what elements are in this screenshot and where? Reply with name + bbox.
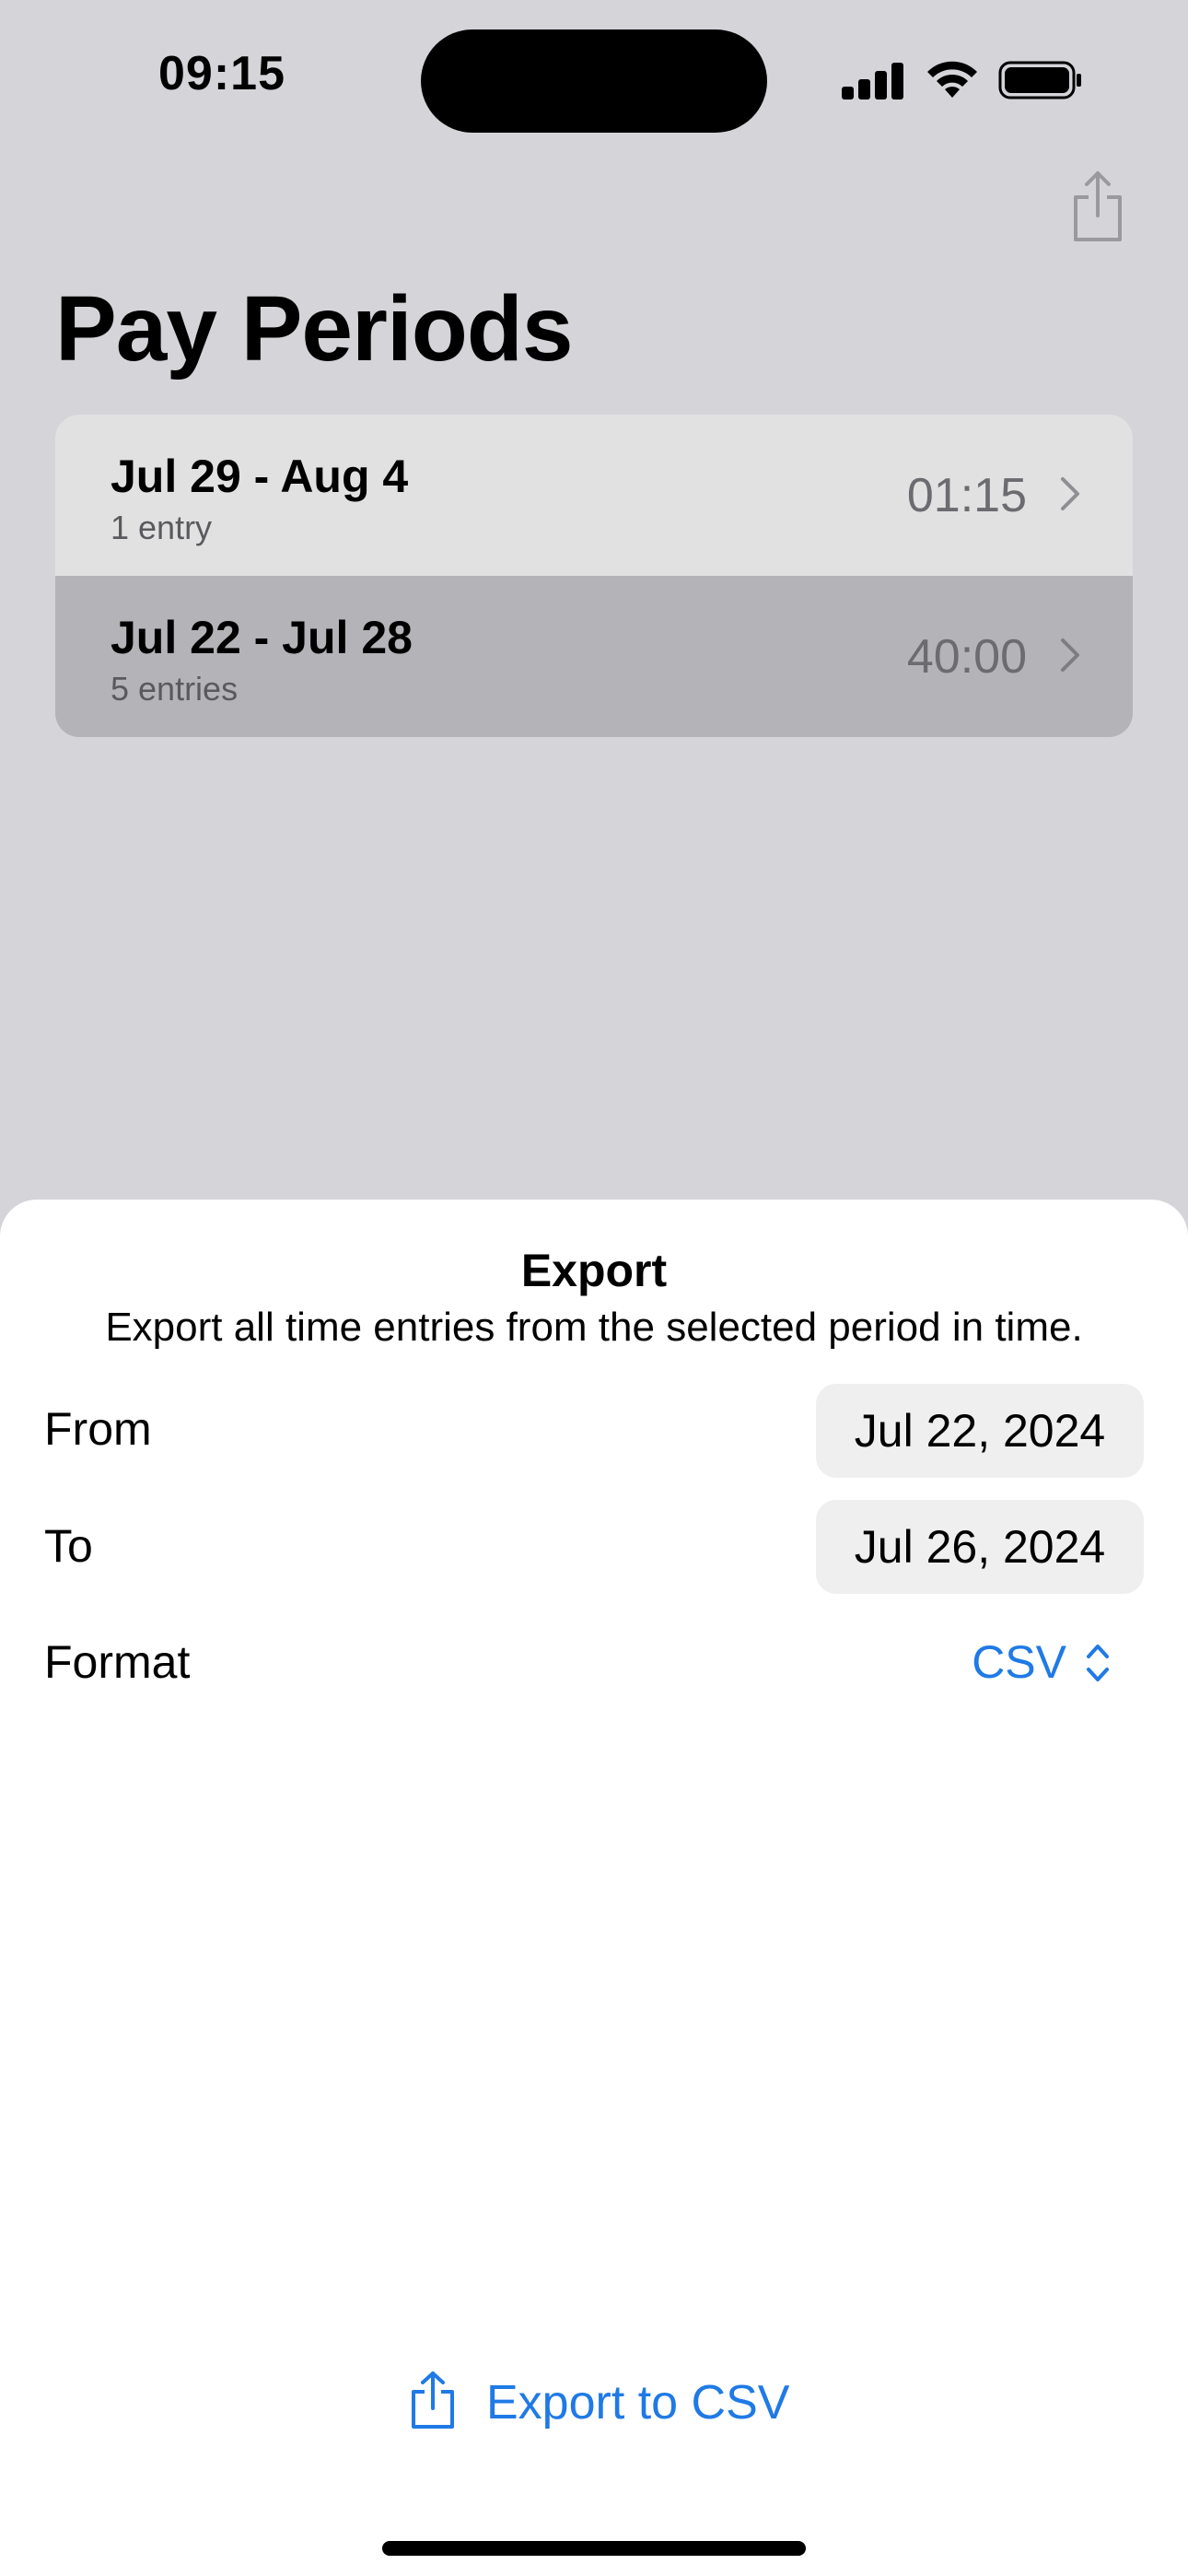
share-icon [412, 2371, 454, 2429]
to-label: To [44, 1520, 93, 1572]
wifi-icon [927, 61, 977, 98]
pay-period-row[interactable]: Jul 29 - Aug 4 1 entry 01:15 [55, 415, 1133, 576]
screen: 09:15 Pay Periods Jul 29 - Aug 4 1 entry… [0, 0, 1188, 2576]
sheet-title: Export [520, 1245, 668, 1296]
battery-icon [998, 61, 1081, 100]
format-label: Format [44, 1636, 191, 1688]
to-date-picker[interactable]: Jul 26, 2024 [816, 1500, 1144, 1594]
page-title: Pay Periods [55, 277, 574, 381]
chevron-right-icon [1061, 477, 1079, 510]
export-button-label: Export to CSV [486, 2376, 790, 2430]
period-entry-count: 1 entry [111, 509, 213, 546]
period-total-hours: 01:15 [906, 469, 1027, 522]
export-sheet: Export Export all time entries from the … [0, 1200, 1188, 2576]
chevron-right-icon [1061, 638, 1079, 672]
period-range: Jul 22 - Jul 28 [111, 612, 413, 663]
signal-icon [842, 61, 904, 100]
pay-period-list: Jul 29 - Aug 4 1 entry 01:15 Jul 22 - Ju… [55, 415, 1133, 737]
format-picker[interactable]: CSV [972, 1635, 1066, 1689]
status-time: 09:15 [158, 47, 285, 100]
period-entry-count: 5 entries [111, 670, 239, 708]
dynamic-island [421, 29, 767, 133]
home-indicator[interactable] [382, 2541, 806, 2556]
from-label: From [44, 1403, 152, 1455]
chevron-up-down-icon[interactable] [1085, 1642, 1111, 1684]
period-total-hours: 40:00 [906, 630, 1027, 684]
sheet-subtitle: Export all time entries from the selecte… [105, 1305, 1083, 1350]
from-date-picker[interactable]: Jul 22, 2024 [816, 1384, 1144, 1478]
share-icon[interactable] [1068, 170, 1127, 243]
period-range: Jul 29 - Aug 4 [111, 451, 409, 502]
pay-period-row[interactable]: Jul 22 - Jul 28 5 entries 40:00 [55, 576, 1133, 737]
export-to-csv-button[interactable]: Export to CSV [405, 2370, 792, 2443]
